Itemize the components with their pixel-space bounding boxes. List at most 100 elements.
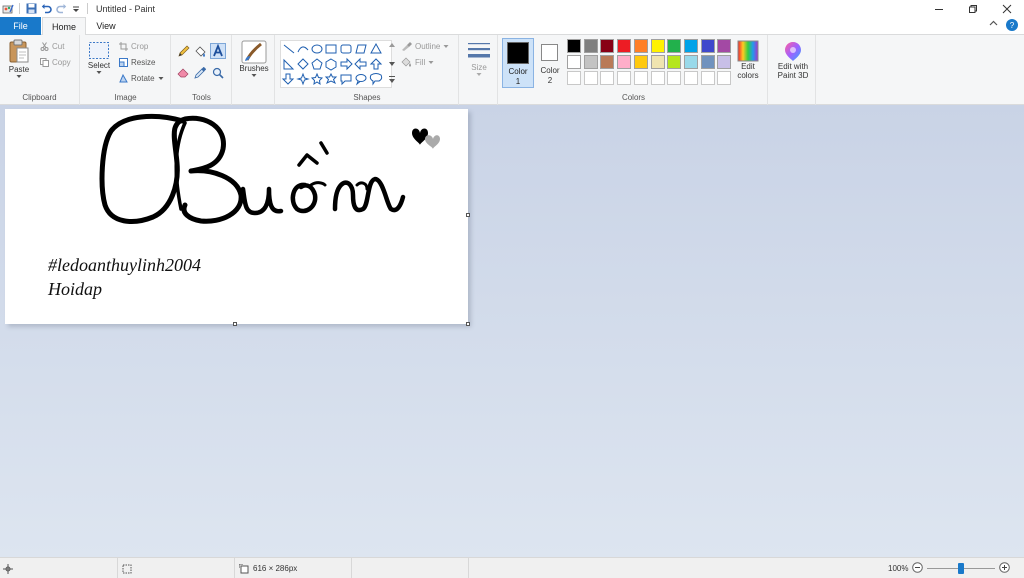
tab-home[interactable]: Home — [42, 17, 86, 36]
palette-swatch[interactable] — [650, 55, 665, 69]
brushes-button[interactable]: Brushes — [236, 40, 272, 78]
select-button[interactable]: Select — [85, 41, 113, 75]
palette-swatch[interactable] — [700, 55, 715, 69]
chevron-down-icon — [96, 71, 102, 74]
paint-bucket-icon — [195, 46, 206, 57]
palette-swatch[interactable] — [683, 39, 698, 53]
canvas-size-cell: 616 × 286px — [235, 558, 352, 578]
palette-swatch-empty[interactable] — [633, 71, 648, 85]
color-picker-tool[interactable] — [194, 66, 207, 81]
zoom-out-button[interactable] — [912, 562, 924, 575]
customize-qat-icon[interactable] — [70, 3, 82, 15]
colors-group-label: Colors — [621, 93, 646, 102]
edit-with-paint3d-button[interactable]: Edit with Paint 3D — [772, 40, 814, 80]
palette-swatch-empty[interactable] — [650, 71, 665, 85]
zoom-slider-thumb[interactable] — [958, 563, 965, 574]
palette-swatch[interactable] — [583, 39, 598, 53]
palette-swatch-empty[interactable] — [583, 71, 598, 85]
palette-swatch-empty[interactable] — [667, 71, 682, 85]
brush-icon — [241, 40, 267, 64]
minus-circle-icon — [912, 562, 924, 573]
cut-button[interactable]: Cut — [40, 42, 64, 51]
fill-tool[interactable] — [194, 45, 207, 60]
paint-app-icon[interactable] — [2, 3, 14, 15]
fill-label: Fill — [415, 57, 426, 67]
undo-icon[interactable] — [40, 3, 52, 15]
edit-colors-button[interactable]: Edit colors — [734, 40, 762, 80]
file-size-cell — [352, 558, 469, 578]
palette-swatch[interactable] — [700, 39, 715, 53]
restore-button[interactable] — [956, 0, 990, 17]
copy-label: Copy — [52, 58, 71, 67]
palette-swatch[interactable] — [717, 39, 732, 53]
chevron-down-icon — [476, 73, 482, 76]
pencil-tool[interactable] — [177, 45, 190, 60]
palette-swatch-empty[interactable] — [567, 71, 581, 85]
resize-button[interactable]: Resize — [119, 58, 155, 67]
palette-swatch[interactable] — [567, 39, 581, 53]
canvas-resize-handle-right[interactable] — [466, 213, 470, 217]
drawing-canvas[interactable]: #ledoanthuylinh2004 Hoidap — [5, 109, 468, 324]
shapes-gallery[interactable] — [280, 40, 392, 88]
magnifier-tool[interactable] — [212, 67, 224, 81]
copy-button[interactable]: Copy — [40, 58, 71, 67]
paste-button[interactable]: Paste — [4, 39, 34, 79]
palette-swatch[interactable] — [600, 55, 615, 69]
quick-access-toolbar — [0, 3, 90, 15]
save-icon[interactable] — [25, 3, 37, 15]
palette-swatch[interactable] — [650, 39, 665, 53]
palette-swatch-empty[interactable] — [600, 71, 615, 85]
palette-swatch[interactable] — [583, 55, 598, 69]
shapes-group-label: Shapes — [353, 93, 381, 102]
window-controls — [922, 0, 1024, 17]
ribbon: Paste Cut Copy Clipboard Select Crop Res… — [0, 35, 1024, 105]
select-rectangle-icon — [89, 42, 109, 59]
palette-swatch[interactable] — [617, 55, 632, 69]
collapse-ribbon-icon[interactable] — [989, 19, 998, 31]
palette-swatch[interactable] — [633, 39, 648, 53]
rotate-button[interactable]: Rotate — [119, 74, 164, 83]
canvas-resize-handle-bottom[interactable] — [233, 322, 237, 326]
zoom-slider[interactable] — [927, 563, 996, 574]
resize-icon — [119, 58, 128, 67]
canvas-workspace[interactable]: #ledoanthuylinh2004 Hoidap — [0, 105, 1024, 557]
image-group-label: Image — [114, 93, 137, 102]
crop-icon — [119, 42, 128, 51]
palette-swatch[interactable] — [617, 39, 632, 53]
tab-view[interactable]: View — [86, 17, 126, 35]
outline-button[interactable]: Outline — [401, 42, 449, 51]
qat-separator — [19, 3, 20, 14]
eraser-tool[interactable] — [177, 67, 190, 80]
close-button[interactable] — [990, 0, 1024, 17]
tab-file[interactable]: File — [0, 17, 41, 35]
brushes-label: Brushes — [239, 64, 269, 73]
shapes-scroll[interactable] — [388, 40, 396, 88]
canvas-hashtag-text: #ledoanthuylinh2004 — [48, 255, 201, 275]
size-label: Size — [471, 63, 487, 72]
crop-button[interactable]: Crop — [119, 42, 148, 51]
fill-button[interactable]: Fill — [401, 57, 434, 67]
fill-bucket-icon — [401, 57, 411, 67]
size-button[interactable]: Size — [464, 41, 494, 77]
palette-swatch-empty[interactable] — [700, 71, 715, 85]
palette-swatch[interactable] — [600, 39, 615, 53]
palette-swatch[interactable] — [667, 55, 682, 69]
palette-swatch[interactable] — [667, 39, 682, 53]
magnifier-icon — [212, 67, 224, 79]
palette-swatch[interactable] — [633, 55, 648, 69]
palette-swatch[interactable] — [717, 55, 732, 69]
zoom-controls: 100% — [888, 558, 1011, 578]
palette-swatch-empty[interactable] — [717, 71, 732, 85]
help-icon[interactable]: ? — [1006, 19, 1018, 31]
canvas-resize-handle-corner[interactable] — [466, 322, 470, 326]
palette-swatch[interactable] — [567, 55, 581, 69]
eraser-icon — [177, 68, 189, 78]
palette-swatch-empty[interactable] — [617, 71, 632, 85]
text-tool[interactable] — [210, 43, 226, 59]
ribbon-tabs: File Home View ? — [0, 17, 1024, 36]
minimize-button[interactable] — [922, 0, 956, 17]
palette-swatch-empty[interactable] — [683, 71, 698, 85]
zoom-in-button[interactable] — [999, 562, 1011, 575]
redo-icon[interactable] — [55, 3, 67, 15]
palette-swatch[interactable] — [683, 55, 698, 69]
